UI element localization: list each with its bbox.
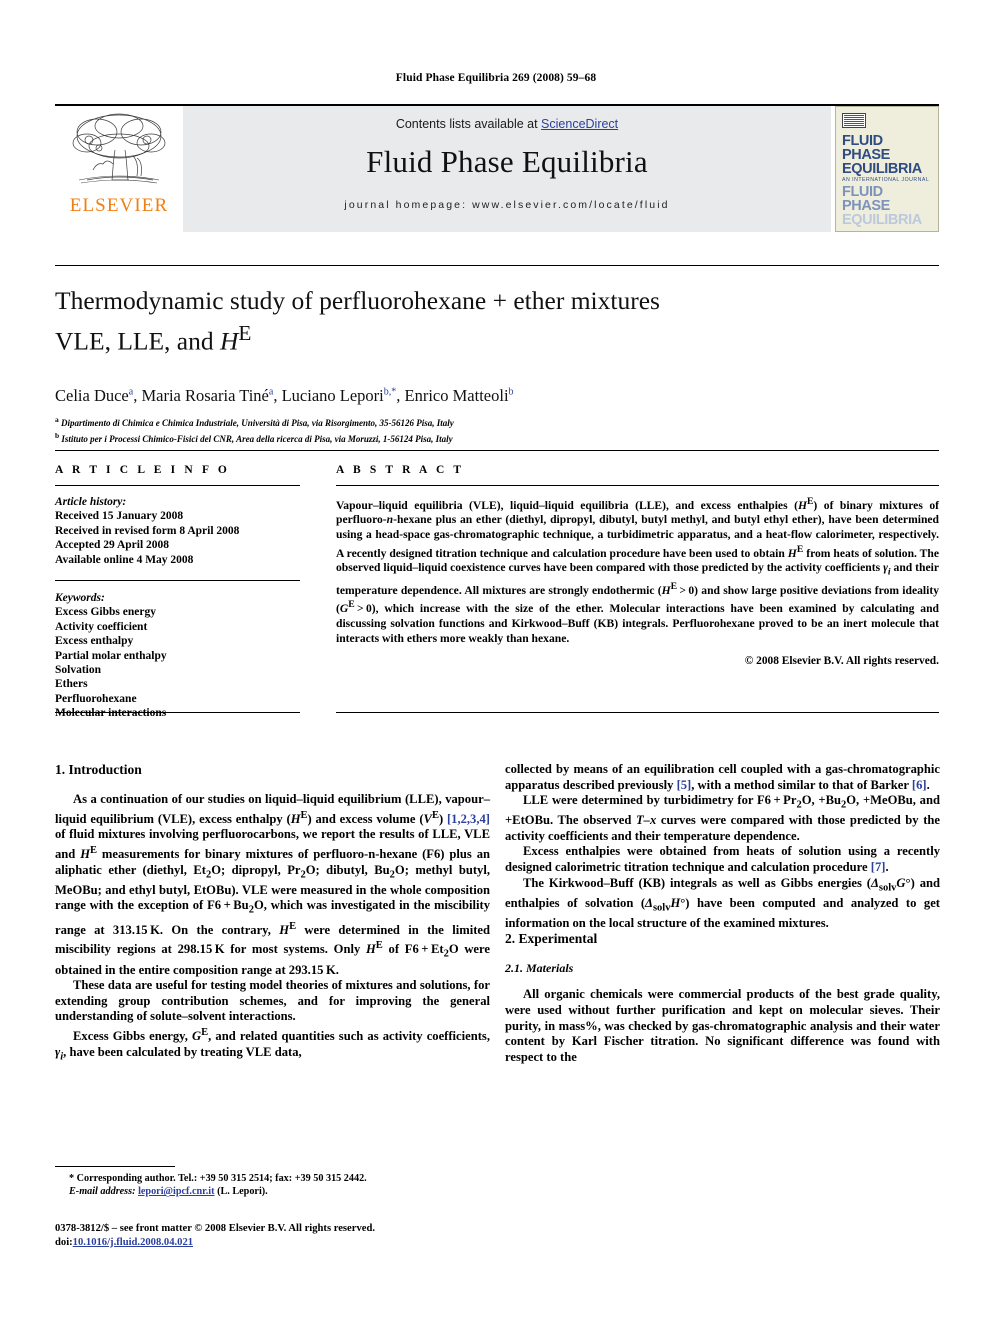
section-heading-experimental: 2. Experimental: [505, 931, 598, 947]
keyword-item: Activity coefficient: [55, 620, 148, 633]
keyword-item: Excess Gibbs energy: [55, 606, 156, 619]
elsevier-logo: ELSEVIER: [55, 106, 183, 232]
keyword-item: Excess enthalpy: [55, 635, 134, 648]
history-item: Available online 4 May 2008: [55, 553, 194, 566]
subsection-heading-materials: 2.1. Materials: [505, 961, 574, 976]
email-link[interactable]: lepori@ipcf.cnr.it: [138, 1186, 214, 1197]
affiliation-mark: a: [55, 415, 59, 424]
article-info-column: A R T I C L E I N F O Article history: R…: [55, 464, 300, 721]
cover-line-3: FLUID PHASE: [842, 184, 890, 214]
corresponding-author-text: * Corresponding author. Tel.: +39 50 315…: [69, 1173, 367, 1184]
citation-link[interactable]: [5]: [677, 778, 692, 792]
article-history-label: Article history:: [55, 496, 127, 508]
keyword-item: Solvation: [55, 664, 102, 677]
front-matter-block: 0378-3812/$ – see front matter © 2008 El…: [55, 1222, 515, 1249]
journal-article-page: Fluid Phase Equilibria 269 (2008) 59–68: [0, 0, 992, 1323]
author-list: Celia Ducea, Maria Rosaria Tinéa, Lucian…: [55, 386, 514, 405]
title-symbol-H: H: [220, 326, 239, 356]
citation-link[interactable]: [6]: [912, 778, 927, 792]
article-info-divider: [55, 485, 300, 486]
abstract-heading: A B S T R A C T: [336, 464, 465, 476]
affiliation-text: Istituto per i Processi Chimico-Fisici d…: [61, 433, 453, 444]
author-affiliation-mark: b: [508, 386, 514, 398]
body-column-right: collected by means of an equilibration c…: [505, 762, 940, 1065]
contents-available-line: Contents lists available at ScienceDirec…: [396, 117, 618, 131]
sciencedirect-link[interactable]: ScienceDirect: [541, 117, 618, 131]
author-name[interactable]: Celia Duce: [55, 386, 129, 405]
title-line-1: Thermodynamic study of perfluorohexane +…: [55, 286, 660, 315]
abstract-text: Vapour–liquid equilibria (VLE), liquid–l…: [336, 496, 940, 645]
abstract-divider: [336, 485, 939, 486]
section-heading-introduction: 1. Introduction: [55, 762, 142, 777]
paragraph: LLE were determined by turbidimetry for …: [505, 793, 940, 843]
cover-line-1: FLUID PHASE: [842, 133, 890, 163]
affiliation-text: Dipartimento di Chimica e Chimica Indust…: [61, 418, 454, 428]
keyword-item: Partial molar enthalpy: [55, 649, 167, 662]
paragraph: collected by means of an equilibration c…: [505, 762, 940, 792]
author-affiliation-mark: b,*: [383, 386, 397, 398]
paragraph: All organic chemicals were commercial pr…: [505, 987, 940, 1064]
journal-masthead: ELSEVIER Contents lists available at Sci…: [55, 104, 939, 232]
history-item: Received in revised form 8 April 2008: [55, 524, 240, 537]
author-affiliation-mark: a: [128, 386, 134, 398]
author-name[interactable]: Luciano Lepori: [282, 386, 384, 405]
info-bottom-divider: [55, 712, 300, 713]
keyword-item: Ethers: [55, 678, 88, 691]
keyword-item: Perfluorohexane: [55, 692, 137, 705]
paragraph: These data are useful for testing model …: [55, 978, 490, 1024]
citation-link[interactable]: [7]: [871, 860, 886, 874]
elsevier-tree-icon: [67, 110, 171, 194]
abstract-copyright: © 2008 Elsevier B.V. All rights reserved…: [744, 655, 939, 668]
doi-line: doi:10.1016/j.fluid.2008.04.021: [55, 1236, 515, 1250]
abstract-column: A B S T R A C T Vapour–liquid equilibria…: [336, 464, 939, 667]
doi-label: doi:: [55, 1236, 73, 1248]
history-item: Accepted 29 April 2008: [55, 539, 170, 552]
paragraph: The Kirkwood–Buff (KB) integrals as well…: [505, 875, 940, 930]
footnote-divider: [55, 1166, 175, 1167]
email-owner: (L. Lepori).: [217, 1186, 268, 1198]
doi-link[interactable]: 10.1016/j.fluid.2008.04.021: [73, 1237, 193, 1248]
affiliation-list: a Dipartimento di Chimica e Chimica Indu…: [55, 414, 855, 445]
page-title: Thermodynamic study of perfluorohexane +…: [55, 284, 775, 358]
keywords-divider: [55, 580, 300, 582]
paragraph: Excess enthalpies were obtained from hea…: [505, 844, 940, 875]
article-info-heading: A R T I C L E I N F O: [55, 464, 230, 476]
front-matter-line: 0378-3812/$ – see front matter © 2008 El…: [55, 1223, 375, 1234]
journal-cover-thumbnail[interactable]: FLUID PHASE EQUILIBRIA AN INTERNATIONAL …: [835, 106, 939, 232]
author-name[interactable]: Enrico Matteoli: [405, 386, 509, 405]
cover-subtitle: AN INTERNATIONAL JOURNAL: [842, 177, 930, 183]
paragraph: Excess Gibbs energy, GE, and related qua…: [55, 1027, 490, 1063]
running-head: Fluid Phase Equilibria 269 (2008) 59–68: [395, 72, 597, 84]
title-divider: [55, 265, 939, 266]
citation-link[interactable]: [1,2,3,4]: [447, 812, 490, 826]
email-label: E-mail address:: [69, 1186, 136, 1198]
affiliation-item: a Dipartimento di Chimica e Chimica Indu…: [55, 414, 855, 430]
author-affiliation-mark: a: [268, 386, 274, 398]
cover-line-2: EQUILIBRIA: [842, 161, 922, 177]
title-symbol-superscript: E: [238, 321, 252, 345]
author-name[interactable]: Maria Rosaria Tiné: [141, 386, 268, 405]
affiliation-mark: b: [55, 430, 60, 440]
keywords-label: Keywords:: [55, 592, 105, 605]
cover-publisher-icon: [842, 113, 866, 128]
journal-homepage-line[interactable]: journal homepage: www.elsevier.com/locat…: [344, 199, 669, 211]
email-line: E-mail address: lepori@ipcf.cnr.it (L. L…: [55, 1185, 490, 1198]
journal-title: Fluid Phase Equilibria: [366, 144, 648, 179]
abstract-bottom-divider: [336, 712, 939, 713]
paragraph: As a continuation of our studies on liqu…: [55, 792, 491, 977]
body-column-left: 1. Introduction As a continuation of our…: [55, 762, 490, 1065]
contents-prefix: Contents lists available at: [395, 117, 542, 131]
keyword-item: Molecular interactions: [55, 707, 167, 720]
corresponding-author-footnote: * Corresponding author. Tel.: +39 50 315…: [55, 1172, 490, 1199]
elsevier-wordmark: ELSEVIER: [69, 195, 169, 216]
info-top-divider: [55, 450, 939, 451]
title-line-2-prefix: VLE, LLE, and: [55, 326, 220, 356]
cover-line-4: EQUILIBRIA: [842, 212, 922, 228]
keywords-block: Keywords: Excess Gibbs energy Activity c…: [55, 591, 300, 721]
article-history-block: Article history: Received 15 January 200…: [55, 495, 300, 567]
history-item: Received 15 January 2008: [55, 510, 184, 523]
journal-band: Contents lists available at ScienceDirec…: [183, 106, 831, 232]
affiliation-item: b Istituto per i Processi Chimico-Fisici…: [55, 430, 855, 446]
